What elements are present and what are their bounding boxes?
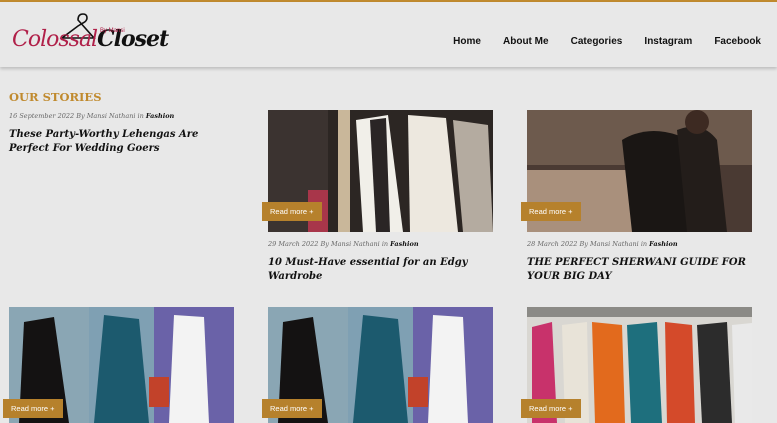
post-meta: 28 March 2022 By Mansi Nathani in Fashio… — [527, 240, 678, 248]
post-meta: 16 September 2022 By Mansi Nathani in Fa… — [9, 112, 175, 120]
category-link[interactable]: Fashion — [146, 112, 174, 120]
logo-tagline: By Mansi — [100, 28, 125, 34]
read-more-button[interactable]: Read more + — [521, 399, 581, 418]
post-title[interactable]: These Party-Worthy Lehengas Are Perfect … — [9, 128, 239, 156]
site-logo[interactable]: ColossalCloset By Mansi — [12, 12, 169, 62]
read-more-button[interactable]: Read more + — [262, 399, 322, 418]
logo-text: ColossalCloset — [12, 26, 169, 52]
read-more-button[interactable]: Read more + — [262, 202, 322, 221]
main-nav: Home About Me Categories Instagram Faceb… — [436, 29, 761, 48]
section-title: OUR STORIES — [9, 90, 102, 104]
post-meta: 29 March 2022 By Mansi Nathani in Fashio… — [268, 240, 419, 248]
nav-categories[interactable]: Categories — [571, 36, 623, 47]
read-more-button[interactable]: Read more + — [3, 399, 63, 418]
category-link[interactable]: Fashion — [390, 240, 418, 248]
nav-home[interactable]: Home — [453, 36, 481, 47]
post-title[interactable]: 10 Must-Have essential for an Edgy Wardr… — [268, 256, 498, 284]
nav-facebook[interactable]: Facebook — [714, 36, 761, 47]
read-more-button[interactable]: Read more + — [521, 202, 581, 221]
post-title[interactable]: THE PERFECT SHERWANI GUIDE FOR YOUR BIG … — [527, 256, 757, 284]
site-header: ColossalCloset By Mansi Home About Me Ca… — [0, 2, 777, 67]
nav-about-me[interactable]: About Me — [503, 36, 549, 47]
category-link[interactable]: Fashion — [649, 240, 677, 248]
nav-instagram[interactable]: Instagram — [644, 36, 692, 47]
